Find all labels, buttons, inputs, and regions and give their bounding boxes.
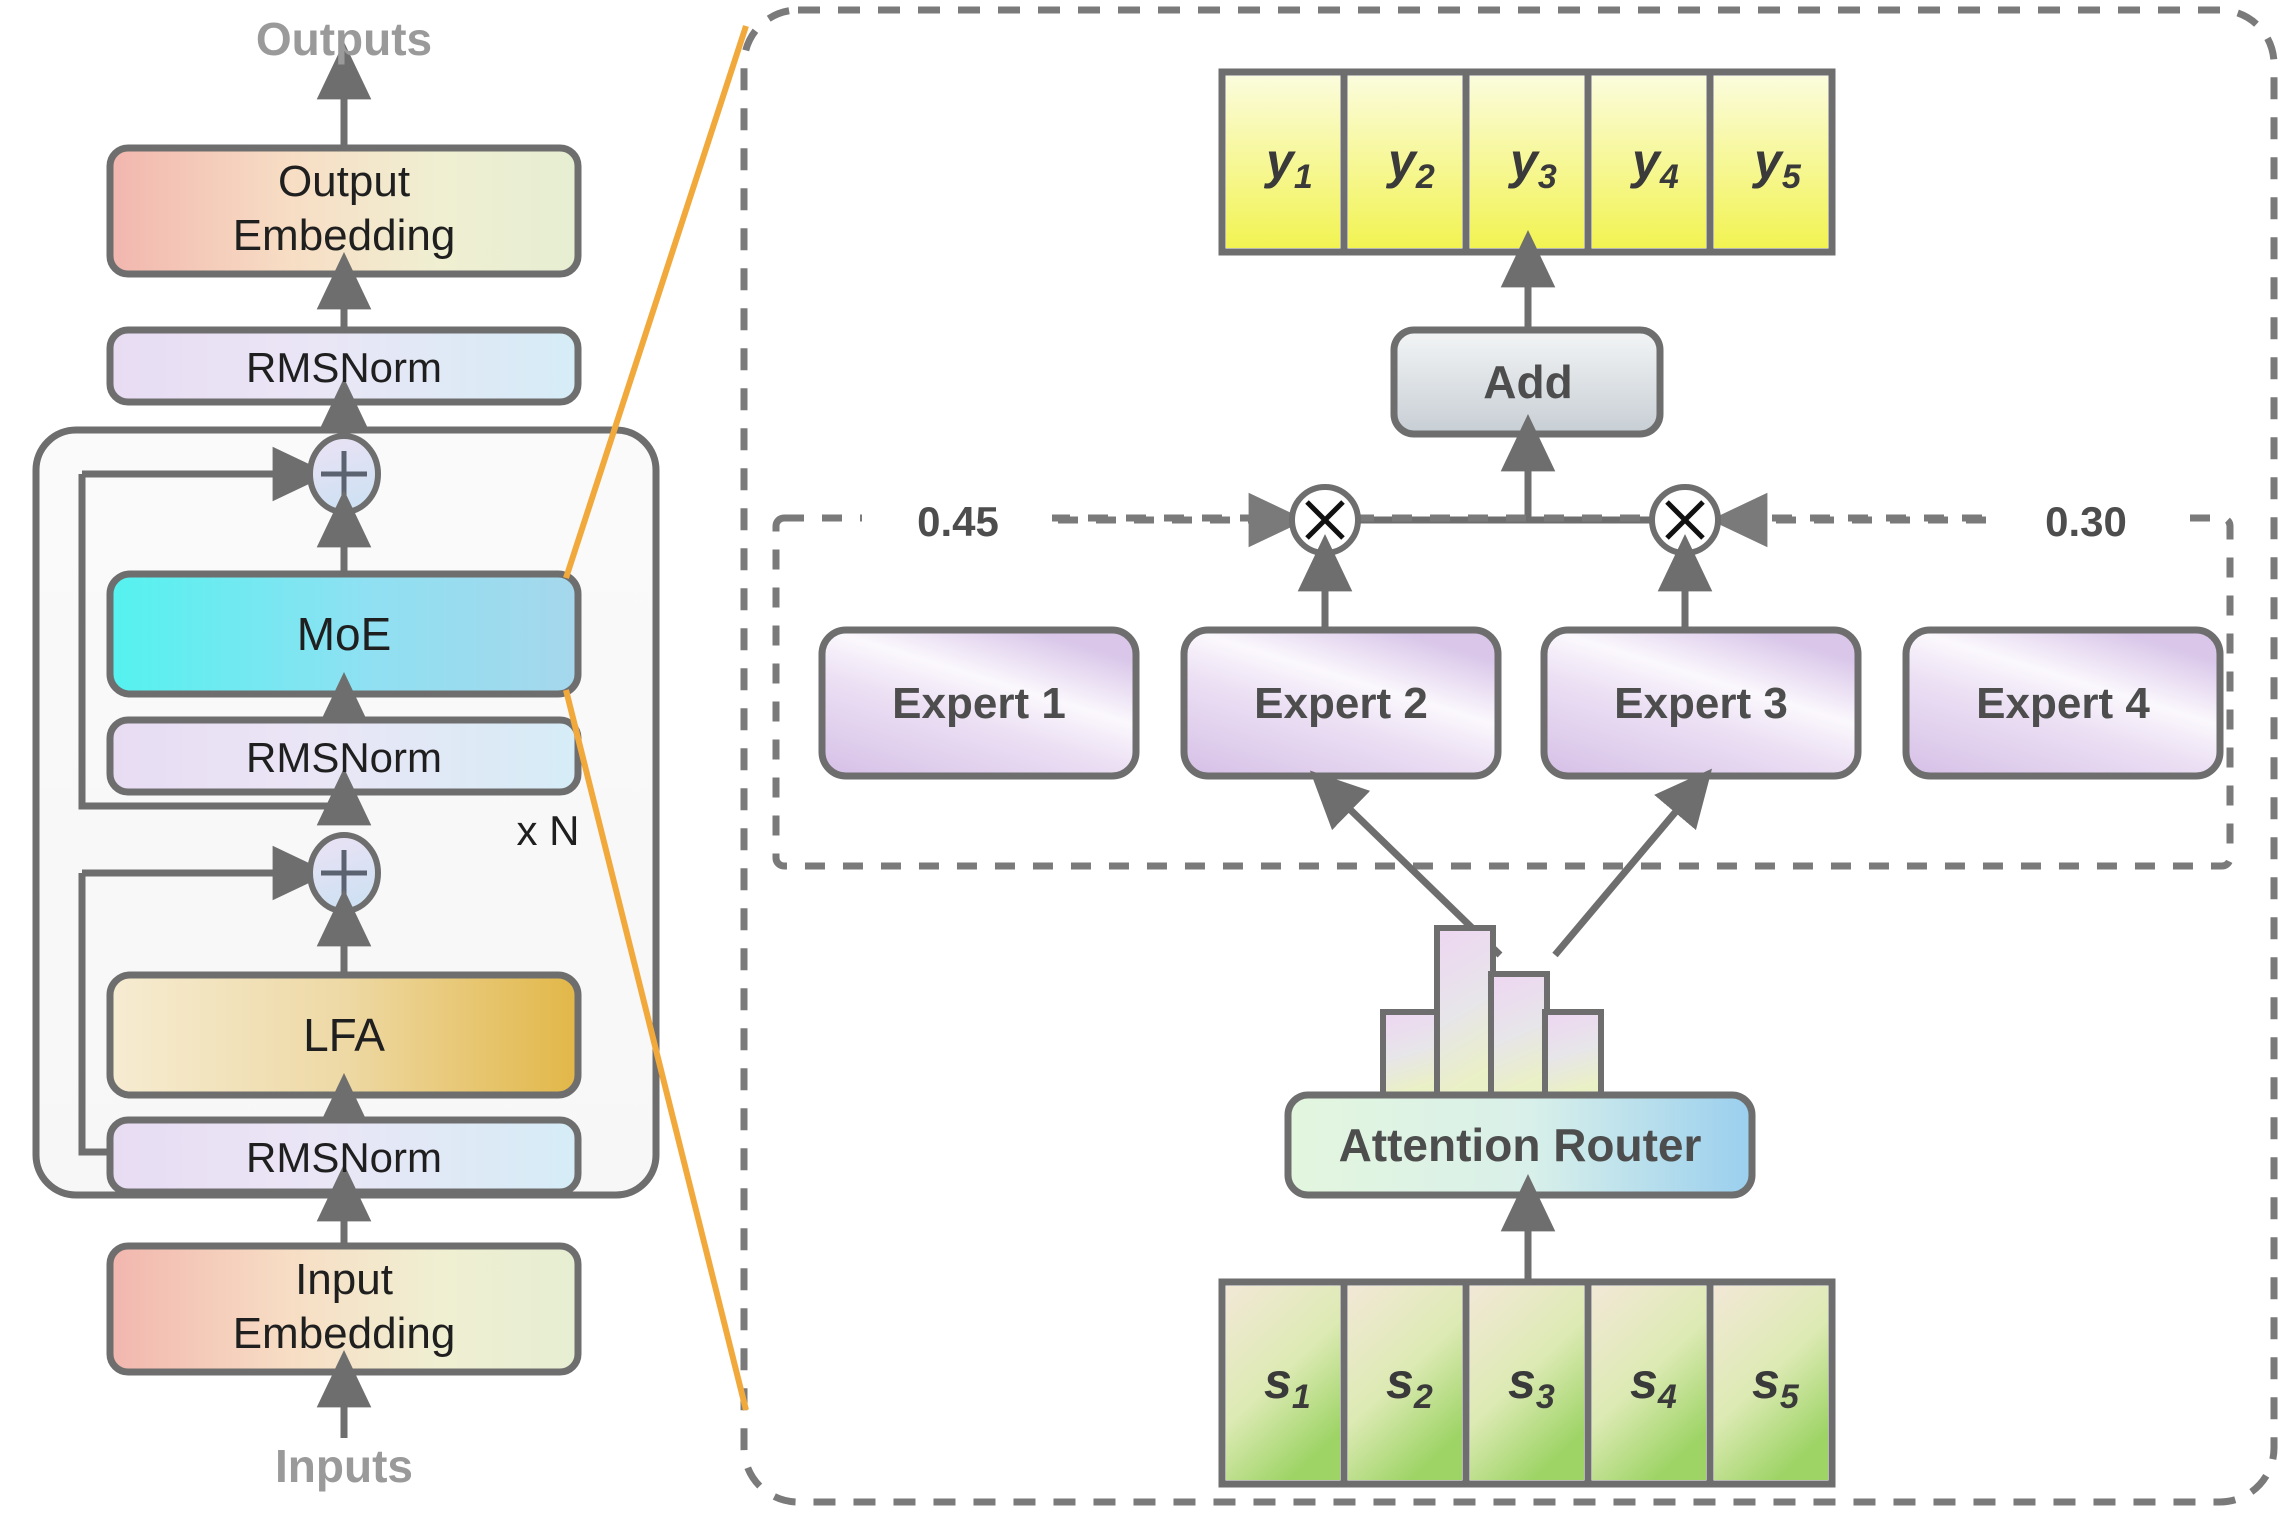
block-lfa-label: LFA	[303, 1009, 385, 1061]
repeat-count-label: x N	[517, 807, 580, 854]
block-add-label: Add	[1483, 356, 1572, 408]
diagram-canvas: x N Outputs Inputs Output Embedding RMSN…	[0, 0, 2294, 1518]
block-output-embedding-label-1: Output	[278, 157, 410, 206]
block-rmsnorm-mid-label: RMSNorm	[246, 734, 442, 781]
block-expert-1-label: Expert 1	[892, 679, 1066, 728]
block-expert-4-label: Expert 4	[1976, 679, 2150, 728]
block-input-embedding-label-2: Embedding	[233, 1309, 456, 1358]
block-rmsnorm-bottom-label: RMSNorm	[246, 1134, 442, 1181]
block-input-embedding-label-1: Input	[295, 1255, 393, 1304]
arrow-router-to-expert3	[1552, 768, 1713, 958]
inputs-label: Inputs	[275, 1440, 413, 1492]
block-expert-2-label: Expert 2	[1254, 679, 1428, 728]
block-output-embedding-label-2: Embedding	[233, 211, 456, 260]
block-rmsnorm-top-label: RMSNorm	[246, 344, 442, 391]
outputs-label: Outputs	[256, 13, 432, 65]
block-expert-3-label: Expert 3	[1614, 679, 1788, 728]
block-attention-router-label: Attention Router	[1339, 1119, 1702, 1171]
block-moe-label: MoE	[297, 608, 392, 660]
gate-weight-left-label: 0.45	[917, 498, 999, 545]
gate-weight-right-label: 0.30	[2045, 498, 2127, 545]
router-score-histogram	[1380, 925, 1604, 1098]
